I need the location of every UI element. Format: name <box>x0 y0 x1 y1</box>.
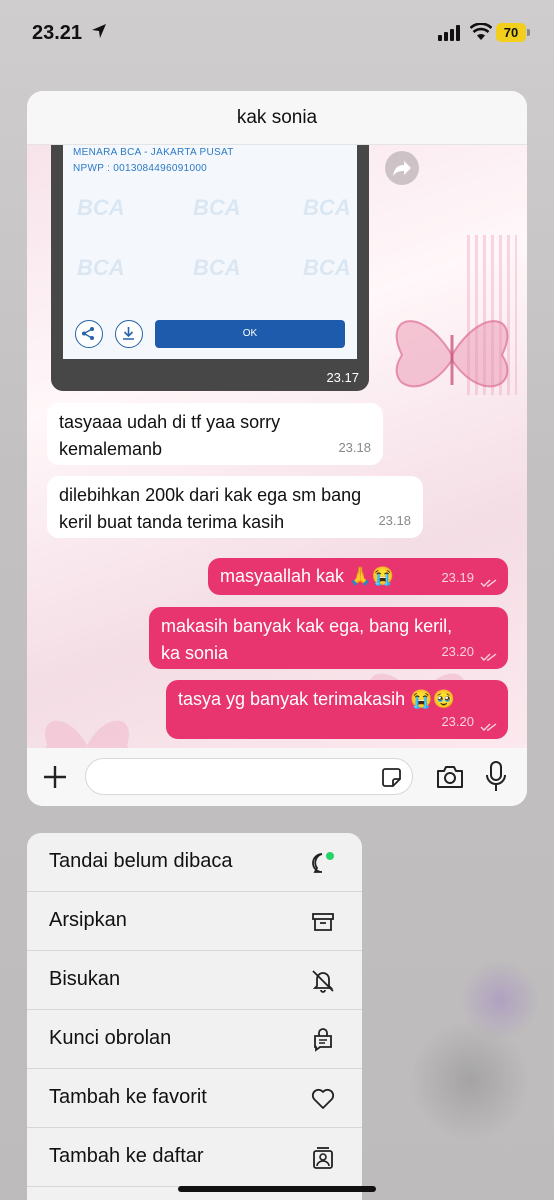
download-icon <box>115 320 143 348</box>
menu-item-label: Tandai belum dibaca <box>49 850 233 872</box>
bca-watermark: BCA <box>193 195 241 220</box>
chat-lock-icon <box>314 1028 332 1052</box>
share-icon <box>75 320 103 348</box>
message-time: 23.18 <box>338 440 371 455</box>
battery-tip <box>527 29 530 36</box>
heart-icon <box>311 1088 335 1109</box>
battery-indicator: 70 <box>496 23 526 42</box>
receipt-line: MENARA BCA - JAKARTA PUSAT <box>73 147 234 158</box>
bca-watermark: BCA <box>303 195 351 220</box>
message-bubble-outgoing[interactable]: masyaallah kak 🙏😭 23.19 <box>208 558 508 595</box>
message-text: tasyaaa udah di tf yaa sorry <box>59 412 281 432</box>
forward-button[interactable] <box>385 151 419 185</box>
bca-watermark: BCA <box>77 255 125 280</box>
microphone-icon[interactable] <box>486 761 506 793</box>
read-receipt-icon <box>480 723 497 731</box>
message-bubble-outgoing[interactable]: tasya yg banyak terimakasih 😭🥹 23.20 <box>166 680 508 739</box>
menu-item-mute[interactable]: Bisukan <box>27 951 362 1010</box>
status-time: 23.21 <box>32 22 83 44</box>
context-menu: Tandai belum dibaca Arsipkan Bisukan Kun… <box>27 833 362 1200</box>
message-time: 23.17 <box>326 370 359 385</box>
menu-item-label: Kunci obrolan <box>49 1027 172 1049</box>
message-bubble-outgoing[interactable]: makasih banyak kak ega, bang keril, ka s… <box>149 607 508 669</box>
chat-title: kak sonia <box>27 91 527 145</box>
message-time: 23.18 <box>378 513 411 528</box>
message-bubble-incoming[interactable]: dilebihkan 200k dari kak ega sm bang ker… <box>47 476 423 538</box>
message-time: 23.20 <box>441 714 474 729</box>
menu-item-lock-chat[interactable]: Kunci obrolan <box>27 1010 362 1069</box>
receipt-line: NPWP : 0013084496091000 <box>73 163 208 174</box>
sticker-icon[interactable] <box>381 767 402 788</box>
menu-item-mark-unread[interactable]: Tandai belum dibaca <box>27 833 362 892</box>
home-indicator <box>178 1186 376 1192</box>
message-time: 23.20 <box>441 644 474 659</box>
location-arrow-icon <box>92 24 106 38</box>
transfer-receipt-image: MENARA BCA - JAKARTA PUSAT NPWP : 001308… <box>63 145 357 359</box>
bca-watermark: BCA <box>303 255 351 280</box>
chat-wallpaper: MENARA BCA - JAKARTA PUSAT NPWP : 001308… <box>27 145 527 748</box>
camera-icon[interactable] <box>435 764 465 790</box>
menu-item-label: Arsipkan <box>49 909 127 931</box>
bca-watermark: BCA <box>193 255 241 280</box>
menu-item-label: Tambah ke daftar <box>49 1145 204 1167</box>
menu-item-add-list[interactable]: Tambah ke daftar <box>27 1128 362 1187</box>
forward-arrow-icon <box>393 161 411 176</box>
butterfly-decoration-icon <box>45 720 129 748</box>
bca-watermark: BCA <box>77 195 125 220</box>
bell-mute-icon <box>312 970 334 993</box>
list-add-icon <box>313 1147 333 1169</box>
chat-preview-card[interactable]: kak sonia MENARA BCA - JAKARTA PUSAT NPW… <box>27 91 527 806</box>
archive-icon <box>312 913 334 931</box>
message-input-bar <box>27 748 527 806</box>
message-text: keril buat tanda terima kasih <box>59 512 285 532</box>
read-receipt-icon <box>480 653 497 661</box>
cellular-signal-icon <box>438 25 464 41</box>
receipt-ok-button: OK <box>155 320 345 348</box>
menu-item-label: Tambah ke favorit <box>49 1086 207 1108</box>
menu-item-archive[interactable]: Arsipkan <box>27 892 362 951</box>
message-bubble-incoming[interactable]: tasyaaa udah di tf yaa sorry kemalemanb … <box>47 403 383 465</box>
plus-icon[interactable] <box>42 764 68 790</box>
image-message[interactable]: MENARA BCA - JAKARTA PUSAT NPWP : 001308… <box>51 145 369 391</box>
message-text: makasih banyak kak ega, bang keril, <box>161 616 453 636</box>
butterfly-decoration-icon <box>395 320 509 388</box>
menu-item-add-favorite[interactable]: Tambah ke favorit <box>27 1069 362 1128</box>
read-receipt-icon <box>480 579 497 587</box>
message-time: 23.19 <box>441 570 474 585</box>
message-text: dilebihkan 200k dari kak ega sm bang <box>59 485 362 505</box>
wifi-icon <box>470 23 492 40</box>
menu-item-label: Bisukan <box>49 968 121 990</box>
message-text: kemalemanb <box>59 439 163 459</box>
message-input[interactable] <box>85 758 413 795</box>
chat-unread-icon <box>312 852 334 873</box>
status-bar: 23.21 70 <box>0 0 554 64</box>
